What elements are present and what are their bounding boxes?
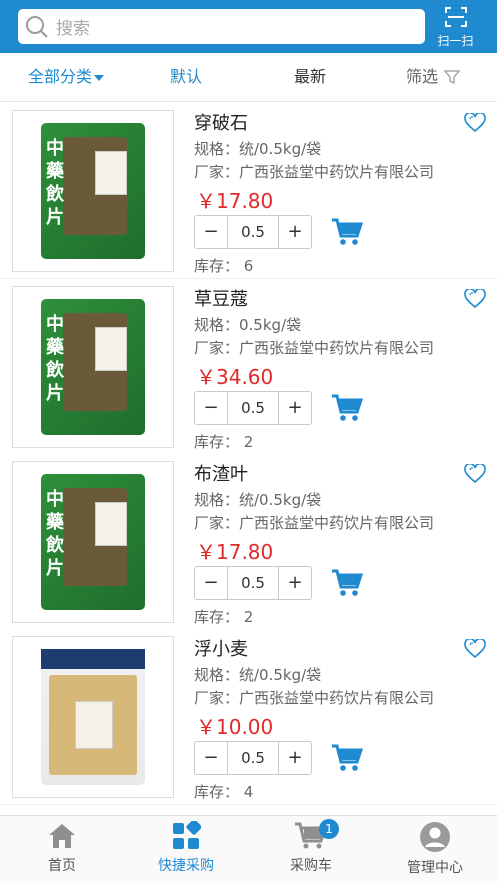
- product-spec: 规格：统/0.5kg/袋: [194, 140, 322, 158]
- package-label: [95, 502, 127, 546]
- decrease-button[interactable]: −: [195, 216, 227, 248]
- user-icon: [420, 822, 450, 852]
- quantity-stepper: − 0.5 +: [194, 566, 312, 600]
- add-to-cart-icon[interactable]: [331, 743, 363, 773]
- quantity-input[interactable]: 0.5: [227, 742, 279, 774]
- search-icon: [26, 15, 48, 38]
- search-input[interactable]: 搜索: [56, 14, 90, 39]
- bottom-tab-bar: 首页 快捷采购 1 采购车 管理中心: [0, 815, 497, 884]
- package-label: [75, 701, 113, 749]
- product-name[interactable]: 草豆蔻: [194, 285, 248, 311]
- product-name[interactable]: 穿破石: [194, 109, 248, 135]
- product-image[interactable]: [12, 636, 174, 798]
- decrease-button[interactable]: −: [195, 392, 227, 424]
- tab-quick-purchase[interactable]: 快捷采购: [124, 816, 248, 884]
- top-header: 搜索 扫一扫: [0, 0, 497, 53]
- product-stock: 库存： 2: [194, 433, 254, 451]
- product-image[interactable]: 中藥飲片: [12, 286, 174, 448]
- add-to-cart-icon[interactable]: [331, 568, 363, 598]
- product-price: ￥17.80: [196, 540, 274, 564]
- product-maker: 厂家：广西张益堂中药饮片有限公司: [194, 163, 435, 181]
- heart-icon[interactable]: [464, 113, 486, 133]
- quantity-input[interactable]: 0.5: [227, 567, 279, 599]
- increase-button[interactable]: +: [279, 567, 311, 599]
- increase-button[interactable]: +: [279, 216, 311, 248]
- product-card[interactable]: 中藥飲片 布渣叶 规格：统/0.5kg/袋 厂家：广西张益堂中药饮片有限公司 ￥…: [0, 454, 497, 630]
- home-icon: [49, 824, 75, 848]
- product-spec: 规格：统/0.5kg/袋: [194, 666, 322, 684]
- product-image[interactable]: 中藥飲片: [12, 461, 174, 623]
- product-image[interactable]: 中藥飲片: [12, 110, 174, 272]
- add-to-cart-icon[interactable]: [331, 217, 363, 247]
- package-graphic: 中藥飲片: [41, 299, 145, 435]
- product-maker: 厂家：广西张益堂中药饮片有限公司: [194, 339, 435, 357]
- filter-button[interactable]: 筛选: [406, 53, 461, 101]
- product-spec: 规格：0.5kg/袋: [194, 316, 302, 334]
- quantity-stepper: − 0.5 +: [194, 391, 312, 425]
- product-maker: 厂家：广西张益堂中药饮片有限公司: [194, 689, 435, 707]
- all-categories-label: 全部分类: [28, 67, 93, 86]
- sort-newest-tab[interactable]: 最新: [294, 53, 326, 101]
- package-text: 中藥飲片: [46, 138, 64, 228]
- scan-button[interactable]: 扫一扫: [433, 3, 478, 51]
- decrease-button[interactable]: −: [195, 567, 227, 599]
- tab-home-label: 首页: [48, 858, 76, 874]
- package-text: 中藥飲片: [46, 489, 64, 579]
- product-name[interactable]: 布渣叶: [194, 460, 248, 486]
- product-stock: 库存： 2: [194, 608, 254, 626]
- product-stock: 库存： 4: [194, 783, 254, 801]
- product-price: ￥17.80: [196, 189, 274, 213]
- grid-icon: [173, 821, 201, 849]
- decrease-button[interactable]: −: [195, 742, 227, 774]
- heart-icon[interactable]: [464, 289, 486, 309]
- increase-button[interactable]: +: [279, 392, 311, 424]
- heart-icon[interactable]: [464, 639, 486, 659]
- package-text: 中藥飲片: [46, 314, 64, 404]
- product-price: ￥10.00: [196, 715, 274, 739]
- package-label: [95, 327, 127, 371]
- product-card[interactable]: 浮小麦 规格：统/0.5kg/袋 厂家：广西张益堂中药饮片有限公司 ￥10.00…: [0, 629, 497, 805]
- add-to-cart-icon[interactable]: [331, 393, 363, 423]
- scan-label: 扫一扫: [437, 34, 474, 48]
- quantity-input[interactable]: 0.5: [227, 392, 279, 424]
- sort-default-tab[interactable]: 默认: [170, 53, 202, 101]
- cart-count-badge: 1: [319, 819, 339, 839]
- tab-home[interactable]: 首页: [0, 816, 124, 884]
- all-categories-dropdown[interactable]: 全部分类: [28, 53, 105, 101]
- quantity-input[interactable]: 0.5: [227, 216, 279, 248]
- product-card[interactable]: 中藥飲片 穿破石 规格：统/0.5kg/袋 厂家：广西张益堂中药饮片有限公司 ￥…: [0, 103, 497, 279]
- product-maker: 厂家：广西张益堂中药饮片有限公司: [194, 514, 435, 532]
- product-stock: 库存： 6: [194, 257, 254, 275]
- filter-label: 筛选: [406, 67, 439, 86]
- increase-button[interactable]: +: [279, 742, 311, 774]
- sort-filter-bar: 全部分类 默认 最新 筛选: [0, 53, 497, 102]
- package-graphic: 中藥飲片: [41, 474, 145, 610]
- product-price: ￥34.60: [196, 365, 274, 389]
- package-graphic: 中藥飲片: [41, 123, 145, 259]
- tab-management-label: 管理中心: [407, 860, 463, 876]
- scan-icon: [444, 7, 467, 27]
- product-name[interactable]: 浮小麦: [194, 635, 248, 661]
- package-label: [95, 151, 127, 195]
- quantity-stepper: − 0.5 +: [194, 741, 312, 775]
- tab-cart-label: 采购车: [290, 858, 332, 874]
- package-band: [41, 649, 145, 669]
- funnel-icon: [444, 70, 461, 85]
- package-graphic: [41, 649, 145, 785]
- tab-cart[interactable]: 1 采购车: [249, 816, 373, 884]
- product-spec: 规格：统/0.5kg/袋: [194, 491, 322, 509]
- heart-icon[interactable]: [464, 464, 486, 484]
- caret-down-icon: [94, 74, 105, 81]
- product-card[interactable]: 中藥飲片 草豆蔻 规格：0.5kg/袋 厂家：广西张益堂中药饮片有限公司 ￥34…: [0, 279, 497, 455]
- quantity-stepper: − 0.5 +: [194, 215, 312, 249]
- search-bar[interactable]: 搜索: [18, 9, 425, 44]
- tab-management[interactable]: 管理中心: [373, 816, 497, 884]
- tab-quick-purchase-label: 快捷采购: [158, 858, 214, 874]
